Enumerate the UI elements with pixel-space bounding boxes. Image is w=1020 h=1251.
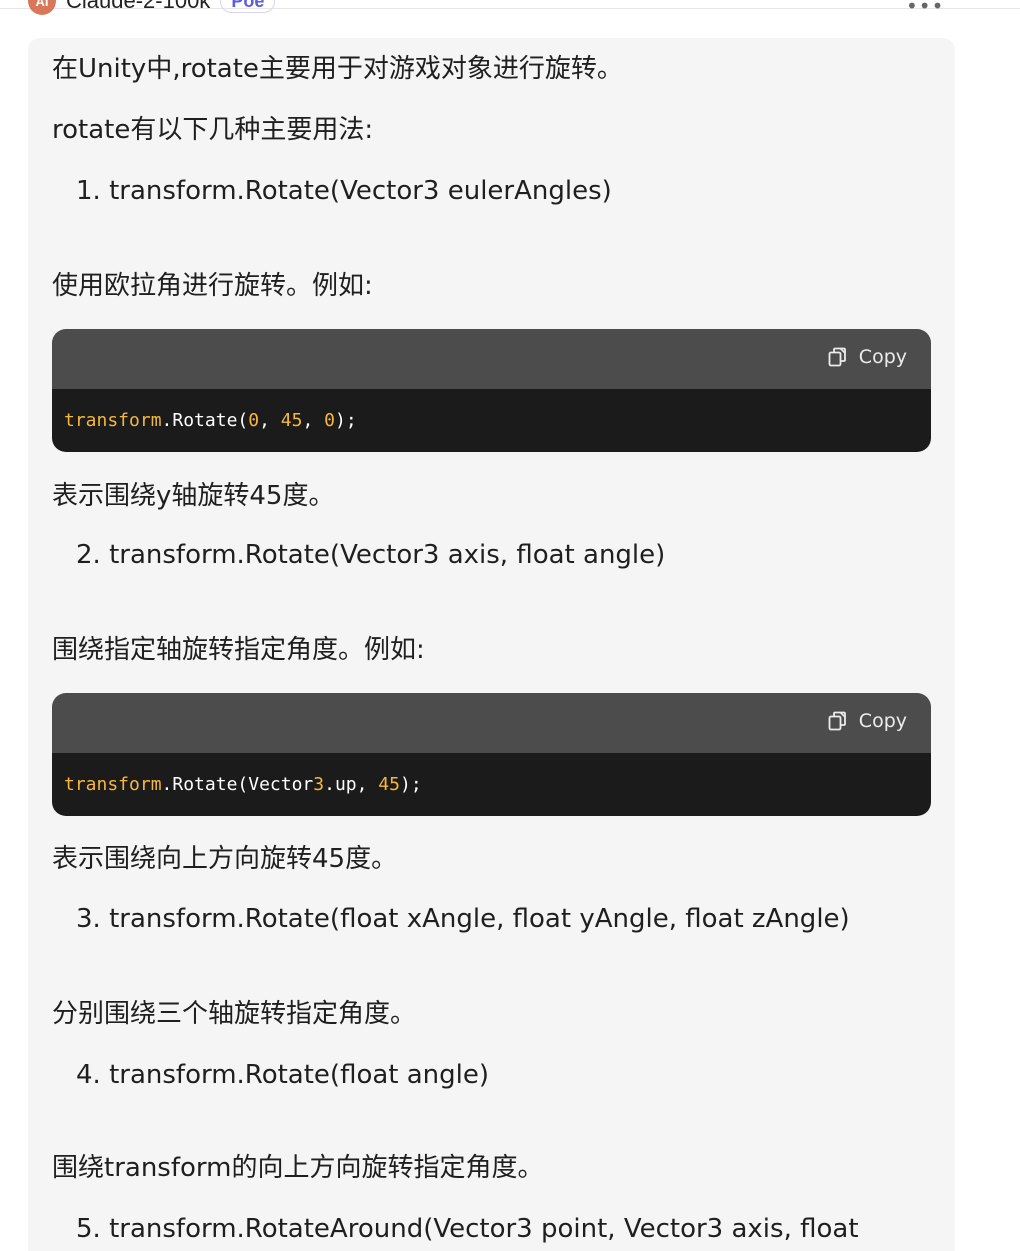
bot-avatar[interactable]: AI (28, 0, 56, 15)
copy-button[interactable]: Copy (827, 346, 907, 368)
poe-badge: Poe (220, 0, 276, 13)
code-content: transform .Rotate(Vector 3 .up, 45); (52, 753, 931, 816)
code-token: 0 (248, 410, 260, 431)
code-token: 45 (378, 774, 400, 795)
code-token: , (259, 410, 281, 431)
list-item: 4. transform.Rotate(float angle) (76, 1060, 490, 1090)
message-paragraph: rotate有以下几种主要用法: (52, 115, 374, 145)
code-token: 45 (280, 410, 303, 431)
bot-header: AI Claude-2-100k Poe (28, 0, 276, 16)
message-paragraph: 围绕transform的向上方向旋转指定角度。 (52, 1153, 544, 1183)
list-item: 2. transform.Rotate(Vector3 axis, float … (76, 540, 666, 570)
code-token: .Rotate(Vector (161, 774, 314, 795)
message-paragraph: 分别围绕三个轴旋转指定角度。 (52, 999, 417, 1029)
message-paragraph: 表示围绕y轴旋转45度。 (52, 481, 335, 511)
code-block-header: Copy (52, 693, 931, 753)
code-token: .up, (324, 774, 379, 795)
copy-label: Copy (858, 346, 907, 368)
code-block-header: Copy (52, 329, 931, 389)
copy-icon (828, 711, 846, 731)
code-token: 3 (313, 774, 325, 795)
copy-label: Copy (858, 710, 907, 732)
code-content: transform .Rotate(0, 45, 0); (52, 389, 931, 452)
chat-page: AI Claude-2-100k Poe ••• 在Unity中,rotate主… (0, 0, 1020, 1251)
code-token: transform (64, 410, 162, 431)
code-token: 0 (324, 410, 335, 431)
copy-icon (828, 347, 846, 367)
list-item: 5. transform.RotateAround(Vector3 point,… (76, 1214, 859, 1244)
list-item: 3. transform.Rotate(float xAngle, float … (76, 904, 850, 934)
code-token: ); (399, 774, 422, 795)
message-paragraph: 表示围绕向上方向旋转45度。 (52, 844, 398, 874)
code-token: .Rotate( (161, 410, 249, 431)
code-token: transform (64, 774, 162, 795)
message-paragraph: 在Unity中,rotate主要用于对游戏对象进行旋转。 (52, 54, 623, 84)
copy-button[interactable]: Copy (827, 710, 907, 732)
code-block: Copy transform .Rotate(Vector 3 .up, 45); (52, 693, 931, 816)
code-token: ); (335, 410, 357, 431)
code-block: Copy transform .Rotate(0, 45, 0); (52, 329, 931, 452)
list-item: 1. transform.Rotate(Vector3 eulerAngles) (76, 176, 612, 206)
bot-name[interactable]: Claude-2-100k (66, 0, 210, 14)
message-paragraph: 使用欧拉角进行旋转。例如: (52, 271, 373, 301)
more-options-icon[interactable]: ••• (906, 0, 944, 18)
code-token: , (302, 410, 325, 431)
message-paragraph: 围绕指定轴旋转指定角度。例如: (52, 635, 425, 665)
